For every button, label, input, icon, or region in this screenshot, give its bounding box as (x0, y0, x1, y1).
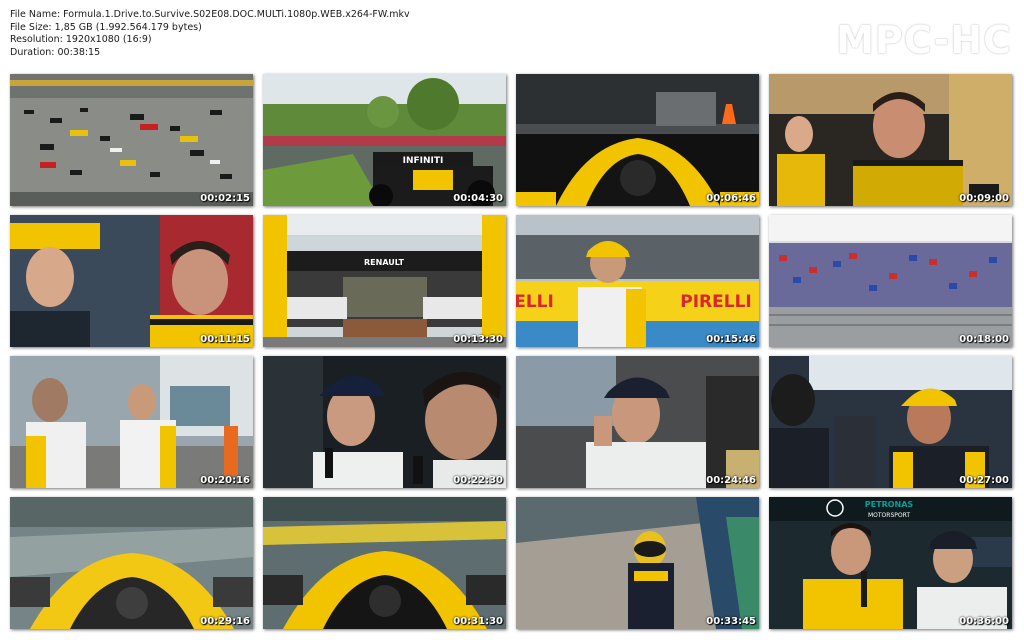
thumbnail-10[interactable]: 00:22:30 (263, 356, 506, 488)
thumbnail-12[interactable]: 00:27:00 (769, 356, 1012, 488)
thumbnail-3[interactable]: 00:06:46 (516, 74, 759, 206)
rain-onboard-2-icon (263, 497, 506, 629)
infiniti-car-icon: INFINITI (263, 74, 506, 206)
thumbnail-6[interactable]: RENAULT 00:13:30 (263, 215, 506, 347)
man-in-car-icon (769, 74, 1012, 206)
timestamp: 00:18:00 (959, 334, 1009, 345)
timestamp: 00:13:30 (453, 334, 503, 345)
driver-pirelli-icon: PIRELLI ELLI (516, 215, 759, 347)
duration: Duration: 00:38:15 (10, 46, 101, 58)
file-size: File Size: 1,85 GB (1.992.564.179 bytes) (10, 21, 202, 33)
thumbnail-16[interactable]: PETRONAS MOTORSPORT 00:36:00 (769, 497, 1012, 629)
thumbnail-8[interactable]: 00:18:00 (769, 215, 1012, 347)
aerial-grid-icon (10, 74, 253, 206)
timestamp: 00:09:00 (959, 193, 1009, 204)
timestamp: 00:22:30 (453, 475, 503, 486)
petronas-label: PETRONAS (865, 500, 914, 509)
motorsport-label: MOTORSPORT (868, 512, 910, 519)
timestamp: 00:24:46 (706, 475, 756, 486)
file-info: File Name: Formula.1.Drive.to.Survive.S0… (10, 9, 410, 59)
thumbnail-14[interactable]: 00:31:30 (263, 497, 506, 629)
man-in-car-seat-icon (516, 356, 759, 488)
two-men-talking-icon (10, 215, 253, 347)
pirelli-label: PIRELLI (680, 292, 751, 312)
infiniti-label: INFINITI (403, 156, 444, 166)
timestamp: 00:11:15 (200, 334, 250, 345)
thumbnail-11[interactable]: 00:24:46 (516, 356, 759, 488)
thumbnail-9[interactable]: 00:20:16 (10, 356, 253, 488)
timestamp: 00:02:15 (200, 193, 250, 204)
driver-crowd-icon (769, 356, 1012, 488)
svg-text:ELLI: ELLI (516, 292, 554, 312)
press-conference-icon: PETRONAS MOTORSPORT (769, 497, 1012, 629)
thumbnail-5[interactable]: 00:11:15 (10, 215, 253, 347)
timestamp: 00:36:00 (959, 616, 1009, 627)
thumbnail-15[interactable]: 00:33:45 (516, 497, 759, 629)
thumbnail-grid: 00:02:15 INFINITI 00:04:30 00:06:46 00:0… (10, 74, 1012, 629)
timestamp: 00:31:30 (453, 616, 503, 627)
timestamp: 00:15:46 (706, 334, 756, 345)
interview-icon (263, 356, 506, 488)
thumbnail-4[interactable]: 00:09:00 (769, 74, 1012, 206)
timestamp: 00:20:16 (200, 475, 250, 486)
timestamp: 00:33:45 (706, 616, 756, 627)
thumbnail-2[interactable]: INFINITI 00:04:30 (263, 74, 506, 206)
thumbnail-1[interactable]: 00:02:15 (10, 74, 253, 206)
renault-label: RENAULT (364, 258, 405, 267)
cockpit-onboard-icon (516, 74, 759, 206)
resolution: Resolution: 1920x1080 (16:9) (10, 34, 152, 46)
file-name: File Name: Formula.1.Drive.to.Survive.S0… (10, 9, 410, 20)
mpc-hc-logo: MPC-HC (836, 18, 1012, 62)
grandstand-crowd-icon (769, 215, 1012, 347)
team-walking-icon (10, 356, 253, 488)
driver-gravel-icon (516, 497, 759, 629)
rain-onboard-icon (10, 497, 253, 629)
timestamp: 00:04:30 (453, 193, 503, 204)
renault-hospitality-icon: RENAULT (263, 215, 506, 347)
timestamp: 00:29:16 (200, 616, 250, 627)
thumbnail-7[interactable]: PIRELLI ELLI 00:15:46 (516, 215, 759, 347)
timestamp: 00:06:46 (706, 193, 756, 204)
thumbnail-13[interactable]: 00:29:16 (10, 497, 253, 629)
timestamp: 00:27:00 (959, 475, 1009, 486)
